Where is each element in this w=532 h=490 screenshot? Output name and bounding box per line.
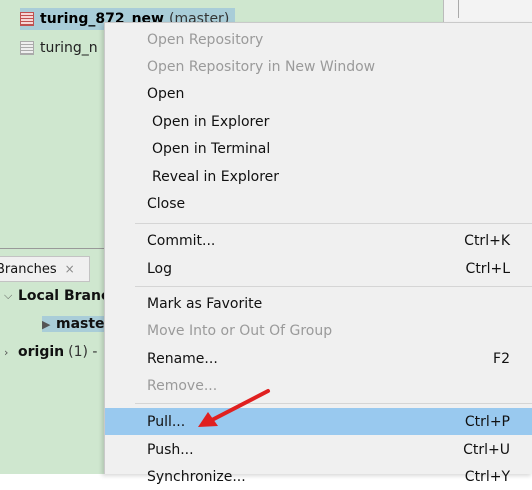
- menu-item-label: Remove...: [147, 377, 218, 394]
- menu-item-label: Log: [147, 260, 173, 277]
- menu-item-close[interactable]: Close: [105, 190, 532, 217]
- tree-item-label: origin: [18, 344, 65, 360]
- tree-item-origin[interactable]: › origin (1) -: [4, 344, 97, 360]
- repository-name: turing_n: [40, 40, 98, 56]
- tab-branches[interactable]: Branches ×: [0, 256, 90, 282]
- chevron-down-icon[interactable]: ⌵: [4, 289, 18, 303]
- menu-item-label: Synchronize...: [147, 468, 246, 485]
- menu-item-shortcut: Ctrl+L: [465, 260, 510, 277]
- menu-item-label: Pull...: [147, 413, 186, 430]
- menu-item-label: Open in Explorer: [152, 113, 270, 130]
- menu-item-rename[interactable]: Rename... F2: [105, 345, 532, 372]
- chevron-right-icon[interactable]: ›: [4, 346, 18, 359]
- menu-separator: [135, 286, 532, 287]
- triangle-right-icon: ▶: [42, 317, 51, 331]
- menu-item-shortcut: Ctrl+Y: [464, 468, 510, 485]
- menu-item-mark-as-favorite[interactable]: Mark as Favorite: [105, 290, 532, 317]
- context-menu: Open Repository Open Repository in New W…: [104, 22, 532, 485]
- menu-item-log[interactable]: Log Ctrl+L: [105, 255, 532, 282]
- menu-item-label: Rename...: [147, 350, 218, 367]
- menu-item-shortcut: F2: [493, 350, 510, 367]
- tab-label: Branches: [0, 261, 57, 277]
- menu-item-reveal-in-explorer[interactable]: Reveal in Explorer: [105, 163, 532, 190]
- menu-item-open-in-explorer[interactable]: Open in Explorer: [105, 108, 532, 135]
- repository-icon: [20, 41, 34, 55]
- menu-item-label: Open in Terminal: [152, 140, 271, 157]
- tree-item-label: maste: [56, 316, 105, 332]
- menu-item-open-repository-new-window[interactable]: Open Repository in New Window: [105, 53, 532, 80]
- menu-item-open-repository[interactable]: Open Repository: [105, 26, 532, 53]
- tree-item-count: (1) -: [68, 344, 98, 360]
- close-icon[interactable]: ×: [65, 262, 75, 276]
- menu-item-pull[interactable]: Pull... Ctrl+P: [105, 408, 532, 435]
- repository-icon: [20, 12, 34, 26]
- menu-item-label: Open Repository in New Window: [147, 58, 376, 75]
- menu-item-label: Open: [147, 85, 185, 102]
- tree-item-label: Local Branc: [18, 288, 110, 304]
- menu-item-label: Reveal in Explorer: [152, 168, 280, 185]
- menu-item-shortcut: Ctrl+P: [464, 413, 510, 430]
- tree-item-local-branches[interactable]: ⌵ Local Branc: [4, 288, 109, 304]
- divider: [458, 0, 459, 18]
- menu-item-open-in-terminal[interactable]: Open in Terminal: [105, 135, 532, 162]
- menu-item-move-into-group[interactable]: Move Into or Out Of Group: [105, 317, 532, 344]
- menu-item-label: Close: [147, 195, 186, 212]
- menu-item-push[interactable]: Push... Ctrl+U: [105, 436, 532, 463]
- menu-item-label: Push...: [147, 441, 194, 458]
- menu-item-open[interactable]: Open: [105, 80, 532, 107]
- menu-item-remove[interactable]: Remove...: [105, 372, 532, 399]
- menu-item-shortcut: Ctrl+K: [464, 232, 510, 249]
- menu-item-label: Move Into or Out Of Group: [147, 322, 333, 339]
- menu-item-label: Mark as Favorite: [147, 295, 263, 312]
- menu-item-shortcut: Ctrl+U: [463, 441, 510, 458]
- menu-separator: [135, 223, 532, 224]
- menu-item-partial[interactable]: Synchronize... Ctrl+Y: [105, 463, 532, 490]
- menu-item-commit[interactable]: Commit... Ctrl+K: [105, 227, 532, 254]
- repository-item-turing-n[interactable]: turing_n: [20, 37, 98, 59]
- menu-separator: [135, 403, 532, 404]
- menu-item-label: Open Repository: [147, 31, 264, 48]
- menu-item-label: Commit...: [147, 232, 216, 249]
